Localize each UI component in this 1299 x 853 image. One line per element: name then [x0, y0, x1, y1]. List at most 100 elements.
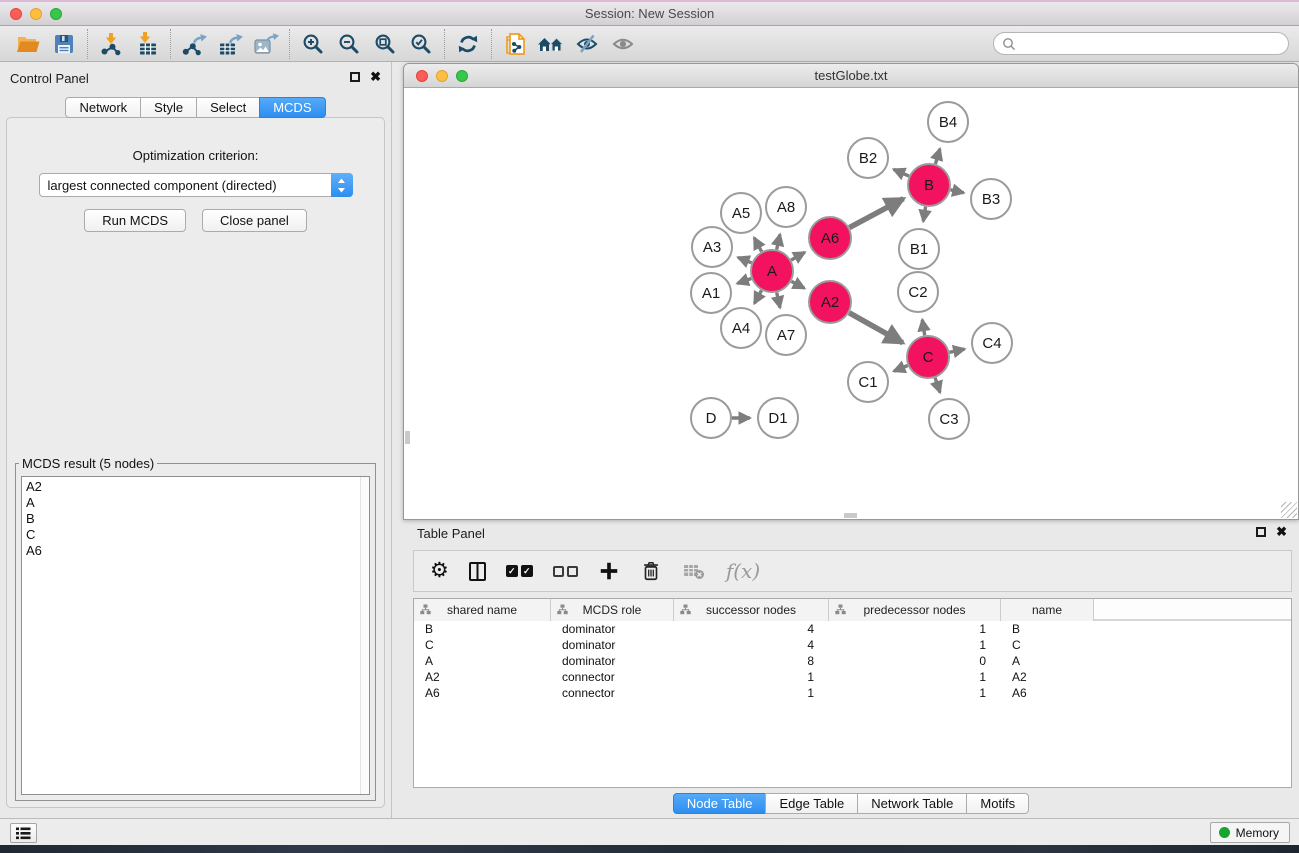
mcds-result-list[interactable]: A2ABCA6 — [21, 476, 370, 795]
add-column-icon[interactable] — [598, 556, 620, 586]
graph-edge-A-A6[interactable] — [791, 252, 805, 260]
zoom-selected-button[interactable] — [403, 28, 439, 60]
table-row[interactable]: Adominator80A — [414, 653, 1291, 669]
tab-node-table[interactable]: Node Table — [673, 793, 767, 814]
close-panel-icon[interactable]: ✖ — [370, 69, 381, 85]
table-cell[interactable]: 0 — [829, 653, 1001, 669]
search-input[interactable] — [1021, 37, 1280, 51]
mcds-result-item[interactable]: B — [26, 511, 369, 527]
refresh-button[interactable] — [450, 28, 486, 60]
fullscreen-window-button[interactable] — [50, 8, 62, 20]
graph-node-A[interactable]: A — [751, 250, 793, 292]
close-network-window-button[interactable] — [416, 70, 428, 82]
tab-select[interactable]: Select — [196, 97, 260, 118]
tab-network[interactable]: Network — [65, 97, 141, 118]
column-header-MCDS-role[interactable]: MCDS role — [551, 599, 674, 621]
tab-mcds[interactable]: MCDS — [259, 97, 325, 118]
graph-edge-B-B2[interactable] — [894, 169, 909, 176]
tab-style[interactable]: Style — [140, 97, 197, 118]
graph-node-D1[interactable]: D1 — [758, 398, 798, 438]
table-cell[interactable]: 4 — [674, 621, 829, 637]
tab-edge-table[interactable]: Edge Table — [765, 793, 858, 814]
deselect-all-icon[interactable] — [553, 556, 578, 586]
table-cell[interactable]: C — [1001, 637, 1094, 653]
graph-edge-B-B1[interactable] — [923, 207, 925, 222]
table-row[interactable]: Bdominator41B — [414, 621, 1291, 637]
table-cell[interactable]: 4 — [674, 637, 829, 653]
zoom-out-button[interactable] — [331, 28, 367, 60]
table-cell[interactable]: A2 — [1001, 669, 1094, 685]
table-cell[interactable]: connector — [551, 685, 674, 701]
mcds-result-item[interactable]: A — [26, 495, 369, 511]
graph-edge-A-A1[interactable] — [737, 279, 751, 284]
column-header-successor-nodes[interactable]: successor nodes — [674, 599, 829, 621]
graph-edge-A-A2[interactable] — [791, 281, 804, 288]
table-cell[interactable]: A — [1001, 653, 1094, 669]
criterion-select[interactable]: largest connected component (directed) — [39, 173, 353, 197]
close-table-panel-icon[interactable]: ✖ — [1276, 524, 1287, 540]
table-cell[interactable]: 1 — [674, 669, 829, 685]
table-cell[interactable]: 1 — [829, 685, 1001, 701]
float-table-panel-icon[interactable] — [1256, 527, 1266, 537]
graph-edge-A-A3[interactable] — [738, 257, 752, 262]
tab-network-table[interactable]: Network Table — [857, 793, 967, 814]
column-header-name[interactable]: name — [1001, 599, 1094, 621]
scrollbar-track[interactable] — [360, 477, 369, 794]
graph-node-A7[interactable]: A7 — [766, 315, 806, 355]
run-mcds-button[interactable]: Run MCDS — [84, 209, 186, 232]
column-header-predecessor-nodes[interactable]: predecessor nodes — [829, 599, 1001, 621]
delete-column-icon[interactable] — [640, 556, 662, 586]
graph-node-C2[interactable]: C2 — [898, 272, 938, 312]
graph-edge-C-C3[interactable] — [935, 378, 940, 393]
graph-edge-B-B4[interactable] — [935, 149, 940, 164]
graph-edge-C-C1[interactable] — [894, 366, 908, 372]
graph-edge-A-A5[interactable] — [754, 238, 761, 252]
search-box[interactable] — [993, 32, 1289, 55]
table-row[interactable]: A6connector11A6 — [414, 685, 1291, 701]
settings-gear-icon[interactable]: ⚙ — [430, 556, 449, 586]
horizontal-scroll-nub[interactable] — [844, 513, 857, 518]
mcds-result-item[interactable]: C — [26, 527, 369, 543]
select-all-icon[interactable]: ✓✓ — [506, 556, 533, 586]
graph-node-A8[interactable]: A8 — [766, 187, 806, 227]
graph-node-D[interactable]: D — [691, 398, 731, 438]
graph-edge-C-C2[interactable] — [922, 320, 924, 336]
save-session-button[interactable] — [46, 28, 82, 60]
graph-edge-A6-B[interactable] — [849, 199, 903, 228]
graph-node-B1[interactable]: B1 — [899, 229, 939, 269]
table-cell[interactable]: 8 — [674, 653, 829, 669]
float-panel-icon[interactable] — [350, 72, 360, 82]
tab-motifs[interactable]: Motifs — [966, 793, 1029, 814]
table-cell[interactable]: B — [1001, 621, 1094, 637]
column-header-shared-name[interactable]: shared name — [414, 599, 551, 621]
graph-node-C1[interactable]: C1 — [848, 362, 888, 402]
network-canvas[interactable]: B4B2BB3A5A8A3A6B1AA1C2A2A4A7CC4C1C3DD1 — [404, 89, 1298, 519]
graph-node-C3[interactable]: C3 — [929, 399, 969, 439]
graph-node-A4[interactable]: A4 — [721, 308, 761, 348]
table-cell[interactable]: dominator — [551, 653, 674, 669]
minimize-network-window-button[interactable] — [436, 70, 448, 82]
zoom-fit-button[interactable] — [367, 28, 403, 60]
table-cell[interactable]: A — [414, 653, 551, 669]
minimize-window-button[interactable] — [30, 8, 42, 20]
graph-node-C[interactable]: C — [907, 336, 949, 378]
mcds-result-item[interactable]: A6 — [26, 543, 369, 559]
table-cell[interactable]: connector — [551, 669, 674, 685]
graph-node-A6[interactable]: A6 — [809, 217, 851, 259]
export-table-button[interactable] — [212, 28, 248, 60]
graph-node-C4[interactable]: C4 — [972, 323, 1012, 363]
table-cell[interactable]: A2 — [414, 669, 551, 685]
close-panel-button[interactable]: Close panel — [202, 209, 307, 232]
open-session-button[interactable] — [10, 28, 46, 60]
vertical-scroll-nub[interactable] — [405, 431, 410, 444]
export-image-button[interactable] — [248, 28, 284, 60]
memory-button[interactable]: Memory — [1210, 822, 1290, 843]
table-cell[interactable]: 1 — [829, 669, 1001, 685]
table-cell[interactable]: C — [414, 637, 551, 653]
graph-node-A2[interactable]: A2 — [809, 281, 851, 323]
graph-edge-A-A8[interactable] — [777, 234, 780, 249]
table-cell[interactable]: B — [414, 621, 551, 637]
table-cell[interactable]: 1 — [829, 637, 1001, 653]
graph-node-B3[interactable]: B3 — [971, 179, 1011, 219]
hide-visibility-button[interactable] — [569, 28, 605, 60]
